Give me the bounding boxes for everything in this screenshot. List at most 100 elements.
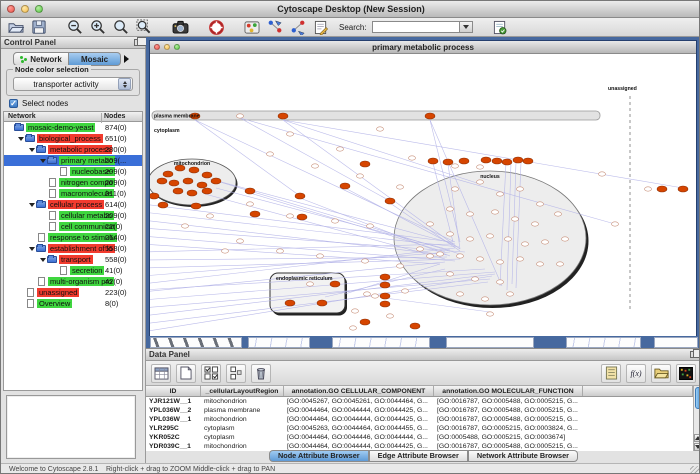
selected-gene-node[interactable] — [163, 171, 173, 177]
table-column-header[interactable]: annotation.GO MOLECULAR_FUNCTION — [434, 386, 583, 396]
expand-arrow-icon[interactable] — [28, 148, 36, 152]
gene-node[interactable] — [277, 249, 284, 253]
gene-node[interactable] — [557, 262, 564, 266]
selected-gene-node[interactable] — [202, 172, 212, 178]
tree-row-unassigned[interactable]: unassigned223(0) — [4, 287, 142, 298]
selected-gene-node[interactable] — [428, 158, 438, 164]
expand-arrow-icon[interactable] — [39, 159, 47, 163]
gene-node[interactable] — [207, 214, 214, 218]
float-panel-icon[interactable] — [134, 39, 142, 46]
gene-node[interactable] — [452, 164, 459, 168]
tree-row-biological-process[interactable]: biological_process651(0) — [4, 133, 142, 144]
zoom-fit-icon[interactable] — [135, 19, 153, 36]
search-dropdown-icon[interactable] — [460, 21, 473, 33]
tree-column-network[interactable]: Network — [8, 113, 36, 120]
selected-gene-node[interactable] — [250, 211, 260, 217]
gene-node[interactable] — [417, 247, 424, 251]
gene-node[interactable] — [447, 232, 454, 236]
search-options-icon[interactable] — [491, 19, 509, 36]
tab-network-attribute-browser[interactable]: Network Attribute Browser — [468, 450, 578, 462]
gene-node[interactable] — [522, 242, 529, 246]
tree-row-secretion[interactable]: secretion41(0) — [4, 265, 142, 276]
gene-node[interactable] — [387, 314, 394, 318]
gene-node[interactable] — [287, 214, 294, 218]
gene-node[interactable] — [362, 259, 369, 263]
tab-node-attribute-browser[interactable]: Node Attribute Browser — [269, 450, 369, 462]
gene-node[interactable] — [237, 239, 244, 243]
delete-attribute-icon[interactable] — [251, 364, 271, 383]
tree-row-cellular-metabo[interactable]: cellular metabo209(0) — [4, 210, 142, 221]
tree-row-metabolic-process[interactable]: metabolic process280(0) — [4, 144, 142, 155]
network-frame-titlebar[interactable]: primary metabolic process — [150, 41, 696, 54]
gene-node[interactable] — [452, 187, 459, 191]
gene-node[interactable] — [247, 202, 254, 206]
gene-node[interactable] — [222, 249, 229, 253]
gene-node[interactable] — [537, 262, 544, 266]
gene-node[interactable] — [317, 254, 324, 258]
gene-node[interactable] — [350, 326, 357, 330]
resize-grip[interactable] — [690, 466, 700, 474]
selected-gene-node[interactable] — [189, 167, 199, 173]
table-row[interactable]: YPL036W__1mitochondrion[GO:0044464, GO:0… — [146, 415, 693, 424]
tab-edge-attribute-browser[interactable]: Edge Attribute Browser — [369, 450, 468, 462]
vizmapper-icon[interactable] — [243, 19, 261, 36]
selected-gene-node[interactable] — [158, 202, 168, 208]
gene-node[interactable] — [477, 165, 484, 169]
gene-node[interactable] — [437, 252, 444, 256]
selected-gene-node[interactable] — [169, 180, 179, 186]
open-attribute-file-icon[interactable] — [651, 364, 671, 383]
background-window-fragment[interactable] — [248, 337, 310, 348]
background-window-fragment[interactable] — [566, 337, 641, 348]
search-input[interactable] — [372, 21, 460, 33]
gene-node[interactable] — [599, 172, 606, 176]
gene-node[interactable] — [367, 224, 374, 228]
node-color-dropdown[interactable]: transporter activity — [13, 77, 133, 91]
gene-node[interactable] — [364, 292, 371, 296]
tree-column-nodes[interactable]: Nodes — [104, 113, 125, 120]
gene-node[interactable] — [397, 185, 404, 189]
zoom-in-icon[interactable] — [89, 19, 107, 36]
selected-gene-node[interactable] — [459, 158, 469, 164]
tree-row-establishment-of-lo[interactable]: establishment of lo558(0) — [4, 243, 142, 254]
expand-arrow-icon[interactable] — [28, 247, 36, 251]
gene-node[interactable] — [542, 240, 549, 244]
gene-node[interactable] — [537, 202, 544, 206]
gene-node[interactable] — [409, 156, 416, 160]
selected-gene-node[interactable] — [202, 188, 212, 194]
selected-gene-node[interactable] — [157, 178, 167, 184]
selected-gene-node[interactable] — [187, 190, 197, 196]
more-tabs-icon[interactable] — [124, 55, 129, 63]
select-attributes-icon[interactable] — [201, 364, 221, 383]
tree-row-response-to-stimulu[interactable]: response to stimulu264(0) — [4, 232, 142, 243]
selected-gene-node[interactable] — [278, 113, 288, 119]
selected-gene-node[interactable] — [197, 182, 207, 188]
gene-node[interactable] — [497, 192, 504, 196]
selected-gene-node[interactable] — [173, 188, 183, 194]
expand-arrow-icon[interactable] — [17, 137, 25, 141]
plasma-membrane-region[interactable] — [152, 111, 600, 120]
tree-row-primary-metabo[interactable]: primary metabo209(... — [4, 155, 142, 166]
gene-node[interactable] — [562, 237, 569, 241]
tab-network[interactable]: Network — [13, 52, 69, 66]
zoom-selected-icon[interactable] — [112, 19, 130, 36]
selected-gene-node[interactable] — [340, 183, 350, 189]
gene-node[interactable] — [517, 187, 524, 191]
background-window-fragment[interactable] — [332, 337, 430, 348]
scroll-up-icon[interactable] — [694, 434, 700, 442]
selected-gene-node[interactable] — [285, 300, 295, 306]
gene-node[interactable] — [372, 294, 379, 298]
open-file-icon[interactable] — [7, 19, 25, 36]
table-row[interactable]: YKR052Ccytoplasm[GO:0044464, GO:0044446,… — [146, 433, 693, 442]
tree-row-mosaic-demo-yeast[interactable]: mosaic-demo-yeast874(0) — [4, 122, 142, 133]
expand-arrow-icon[interactable] — [39, 258, 47, 262]
selected-gene-node[interactable] — [657, 186, 667, 192]
selected-gene-node[interactable] — [360, 161, 370, 167]
gene-node[interactable] — [397, 264, 404, 268]
help-lifebuoy-icon[interactable] — [207, 19, 225, 36]
selected-gene-node[interactable] — [425, 113, 435, 119]
select-nodes-checkbox[interactable]: ✓ — [9, 99, 18, 108]
gene-node[interactable] — [377, 127, 384, 131]
gene-node[interactable] — [555, 212, 562, 216]
tab-mosaic[interactable]: Mosaic — [69, 52, 121, 66]
gene-node[interactable] — [447, 207, 454, 211]
